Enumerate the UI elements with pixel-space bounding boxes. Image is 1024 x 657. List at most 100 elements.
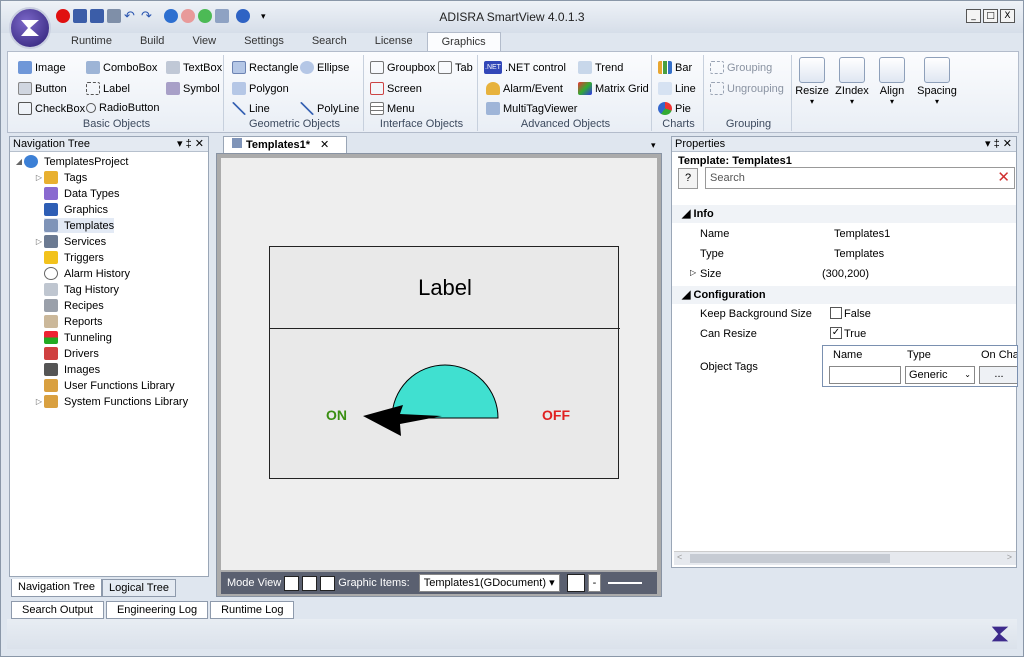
prop-row-size[interactable]: ▷ Size (300,200) <box>672 265 1016 285</box>
spacing-button[interactable]: Spacing ▾ <box>914 54 960 112</box>
trend-button[interactable]: Trend <box>578 61 623 74</box>
polyline-button[interactable]: PolyLine <box>300 102 359 115</box>
tab-navigation-tree[interactable]: Navigation Tree <box>11 579 103 597</box>
zoom-slider[interactable] <box>608 582 643 584</box>
tree-item-reports[interactable]: Reports <box>44 314 103 329</box>
grid-toggle-icon[interactable] <box>566 574 585 592</box>
design-canvas[interactable]: Label ON OFF <box>221 158 657 570</box>
ellipse-button[interactable]: Ellipse <box>300 61 349 74</box>
combobox-button[interactable]: ComboBox <box>86 61 157 74</box>
prop-row-can-resize[interactable]: Can Resize ✓ True <box>672 325 1016 345</box>
tab-graphics[interactable]: Graphics <box>426 32 501 51</box>
label-button[interactable]: Label <box>86 82 130 95</box>
tab-runtime-log[interactable]: Runtime Log <box>210 601 295 619</box>
on-change-button[interactable]: ... <box>979 366 1017 384</box>
section-info[interactable]: ◢ Info <box>672 205 1016 223</box>
split-mode-icon[interactable] <box>320 575 336 591</box>
keep-background-checkbox[interactable] <box>830 307 842 319</box>
rectangle-button[interactable]: Rectangle <box>232 61 299 74</box>
align-button[interactable]: Align ▾ <box>874 54 910 112</box>
screen-button[interactable]: Screen <box>370 82 422 95</box>
help-button[interactable]: ? <box>678 168 698 189</box>
graphic-items-dropdown[interactable]: Templates1(GDocument) ▾ <box>418 574 560 592</box>
tree-item-services[interactable]: ▷ Services <box>34 234 106 249</box>
alarm-event-button[interactable]: Alarm/Event <box>486 82 563 95</box>
image-button[interactable]: Image <box>18 61 66 74</box>
tree-item-drivers[interactable]: Drivers <box>44 346 99 361</box>
radiobutton-button[interactable]: RadioButton <box>86 102 160 114</box>
scroll-left-icon[interactable]: < <box>677 552 682 562</box>
tab-settings[interactable]: Settings <box>230 32 298 51</box>
tab-view[interactable]: View <box>178 32 230 51</box>
ungrouping-button[interactable]: Ungrouping <box>710 82 784 95</box>
grouping-button[interactable]: Grouping <box>710 61 772 74</box>
tag-type-select[interactable]: Generic ⌄ <box>905 366 975 384</box>
tree-item-user-functions[interactable]: User Functions Library <box>44 378 175 393</box>
tab-runtime[interactable]: Runtime <box>57 32 126 51</box>
maximize-button[interactable]: □ <box>983 9 998 23</box>
tab-license[interactable]: License <box>361 32 427 51</box>
prop-row-name[interactable]: Name Templates1 <box>672 225 1016 245</box>
document-tab[interactable]: Templates1* ✕ <box>223 136 347 154</box>
tree-item-data-types[interactable]: Data Types <box>44 186 119 201</box>
menu-button[interactable]: Menu <box>370 102 415 115</box>
panel-controls[interactable]: ▾ ‡ ✕ <box>177 137 204 151</box>
gauge-switch-graphic[interactable] <box>270 330 620 480</box>
template-label[interactable]: Label <box>270 247 620 329</box>
checkbox-button[interactable]: CheckBox <box>18 102 85 115</box>
script-mode-icon[interactable] <box>302 575 318 591</box>
section-configuration[interactable]: ◢ Configuration <box>672 286 1016 304</box>
tab-search[interactable]: Search <box>298 32 361 51</box>
matrix-grid-button[interactable]: Matrix Grid <box>578 82 649 95</box>
tree-item-recipes[interactable]: Recipes <box>44 298 104 313</box>
tab-logical-tree[interactable]: Logical Tree <box>102 579 176 597</box>
tab-engineering-log[interactable]: Engineering Log <box>105 601 209 619</box>
tab-search-output[interactable]: Search Output <box>11 601 104 619</box>
pie-chart-button[interactable]: Pie <box>658 102 691 115</box>
tree-item-templates[interactable]: Templates <box>44 218 115 233</box>
symbol-button[interactable]: Symbol <box>166 82 220 95</box>
tree-root[interactable]: ◢ TemplatesProject <box>14 154 128 169</box>
prop-row-type[interactable]: Type Templates <box>672 245 1016 265</box>
tree-item-tunneling[interactable]: Tunneling <box>44 330 112 345</box>
can-resize-checkbox[interactable]: ✓ <box>830 327 842 339</box>
textbox-button[interactable]: TextBox <box>166 61 222 74</box>
app-logo-icon[interactable] <box>9 7 51 49</box>
clear-search-icon[interactable]: ✕ <box>997 168 1010 188</box>
zindex-button[interactable]: ZIndex ▾ <box>834 54 870 112</box>
multitagviewer-button[interactable]: MultiTagViewer <box>486 102 577 115</box>
tree-item-images[interactable]: Images <box>44 362 100 377</box>
tree-item-graphics[interactable]: Graphics <box>44 202 108 217</box>
tag-name-input[interactable] <box>829 366 901 384</box>
line-button[interactable]: Line <box>232 102 270 115</box>
tab-button[interactable]: Tab <box>438 61 473 74</box>
close-button[interactable]: X <box>1000 9 1015 23</box>
net-control-button[interactable]: .NET .NET control <box>484 61 566 74</box>
tree-item-triggers[interactable]: Triggers <box>44 250 104 265</box>
document-list-icon[interactable]: ▾ <box>651 140 656 151</box>
line-chart-button[interactable]: Line <box>658 82 696 95</box>
tab-build[interactable]: Build <box>126 32 178 51</box>
properties-scrollbar[interactable]: < > <box>674 551 1016 565</box>
template-object[interactable]: Label ON OFF <box>269 246 620 480</box>
close-tab-icon[interactable]: ✕ <box>320 139 329 151</box>
tree-item-tags[interactable]: ▷ Tags <box>34 170 87 185</box>
scroll-thumb[interactable] <box>690 554 890 563</box>
panel-controls[interactable]: ▾ ‡ ✕ <box>985 137 1012 151</box>
bar-chart-button[interactable]: Bar <box>658 61 692 74</box>
resize-button[interactable]: Resize ▾ <box>794 54 830 112</box>
minimize-button[interactable]: _ <box>966 9 981 23</box>
tree-item-alarm-history[interactable]: Alarm History <box>44 266 130 281</box>
tree-item-tag-history[interactable]: Tag History <box>44 282 119 297</box>
button-button[interactable]: Button <box>18 82 67 95</box>
properties-search-input[interactable]: Search ✕ <box>705 167 1015 189</box>
zoom-out-button[interactable]: - <box>587 574 602 592</box>
tree-item-system-functions[interactable]: ▷ System Functions Library <box>34 394 188 409</box>
groupbox-button[interactable]: Groupbox <box>370 61 435 74</box>
object-tags-table[interactable]: Name Type On Chan Generic⌄ ... <box>822 345 1018 387</box>
select-mode-icon[interactable] <box>284 575 300 591</box>
polygon-button[interactable]: Polygon <box>232 82 289 95</box>
recipes-icon <box>44 299 58 312</box>
scroll-right-icon[interactable]: > <box>1007 552 1012 562</box>
prop-row-keep-background-size[interactable]: Keep Background Size False <box>672 305 1016 325</box>
